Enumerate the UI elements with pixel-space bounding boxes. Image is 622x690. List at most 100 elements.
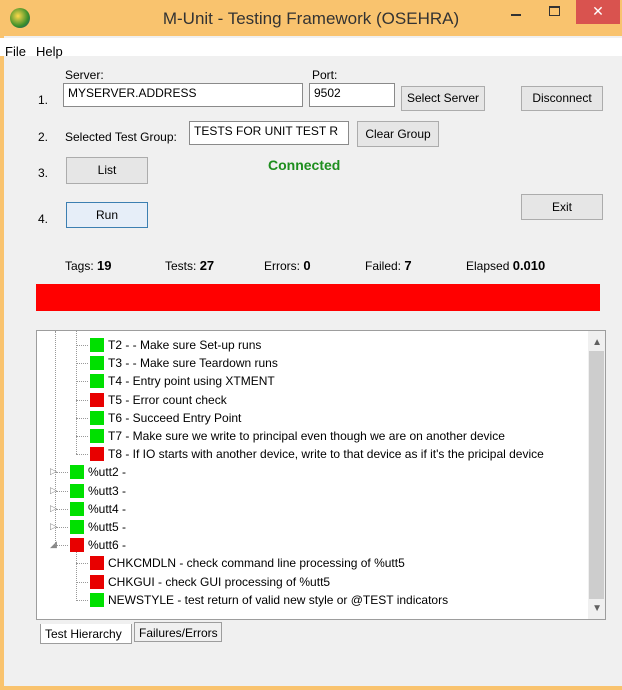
tree-group-item[interactable]: ▷ %utt3 - (37, 482, 582, 500)
run-button[interactable]: Run (66, 202, 148, 228)
title-bar[interactable]: M-Unit - Testing Framework (OSEHRA) ✕ (0, 0, 622, 36)
window-border-left (0, 36, 4, 690)
connection-status: Connected (268, 157, 341, 173)
errors-label: Errors: (264, 259, 300, 273)
port-input[interactable]: 9502 (309, 83, 395, 107)
tree-connector (56, 527, 68, 528)
fail-status-icon (90, 556, 104, 571)
tree-test-item[interactable]: CHKCMDLN - check command line processing… (37, 554, 582, 572)
tests-label: Tests: (165, 259, 197, 273)
errors-value: 0 (303, 258, 311, 273)
pass-status-icon (90, 374, 104, 389)
exit-button[interactable]: Exit (521, 194, 603, 220)
tree-group-item[interactable]: ▷ %utt4 - (37, 500, 582, 518)
tree-test-item[interactable]: T2 - - Make sure Set-up runs (37, 336, 582, 354)
scrollbar-thumb[interactable] (589, 351, 604, 599)
scroll-up-arrow-icon[interactable]: ▲ (592, 337, 602, 348)
result-progress-bar (36, 284, 600, 311)
menu-file[interactable]: File (5, 44, 26, 59)
tree-connector (56, 545, 68, 547)
select-server-button[interactable]: Select Server (401, 86, 485, 111)
tree-group-item[interactable]: ▷ %utt5 - (37, 518, 582, 536)
maximize-button[interactable] (538, 0, 570, 24)
tree-connector (76, 563, 88, 565)
minimize-button[interactable] (500, 0, 532, 24)
tree-connector (76, 345, 88, 346)
tree-item-label: %utt6 - (88, 538, 127, 553)
tree-connector (76, 454, 88, 456)
tree-item-label: T7 - Make sure we write to principal eve… (108, 429, 505, 443)
step-1-label: 1. (38, 93, 49, 107)
tab-failures-errors[interactable]: Failures/Errors (134, 622, 222, 642)
tree-item-label: %utt5 - (88, 520, 127, 534)
tree-test-item[interactable]: T3 - - Make sure Teardown runs (37, 354, 582, 372)
tests-stat: Tests: 27 (165, 258, 214, 273)
tree-item-label: T8 - If IO starts with another device, w… (108, 447, 544, 462)
tree-test-item[interactable]: T6 - Succeed Entry Point (37, 409, 582, 427)
tree-test-item[interactable]: T7 - Make sure we write to principal eve… (37, 427, 582, 445)
server-input[interactable]: MYSERVER.ADDRESS (63, 83, 303, 107)
errors-stat: Errors: 0 (264, 258, 311, 273)
selected-group-label: Selected Test Group: (65, 130, 177, 144)
pass-status-icon (70, 465, 84, 480)
tree-connector (76, 436, 88, 437)
tree-group-item[interactable]: ◢ %utt6 - (37, 536, 582, 554)
disconnect-button[interactable]: Disconnect (521, 86, 603, 111)
tree-connector (56, 472, 68, 474)
tree-vertical-scrollbar[interactable]: ▲ ▼ (588, 331, 605, 619)
list-button[interactable]: List (66, 157, 148, 184)
pass-status-icon (70, 483, 84, 498)
tree-connector (76, 381, 88, 383)
fail-status-icon (90, 447, 104, 462)
tags-value: 19 (97, 258, 112, 273)
failed-value: 7 (404, 258, 412, 273)
menu-help[interactable]: Help (36, 44, 63, 59)
tree-item-label: %utt2 - (88, 465, 127, 480)
tree-group-item[interactable]: ▷ %utt2 - (37, 463, 582, 481)
tree-test-item[interactable]: T5 - Error count check (37, 391, 582, 409)
server-label: Server: (65, 68, 104, 82)
pass-status-icon (90, 429, 104, 443)
selected-group-input[interactable]: TESTS FOR UNIT TEST R (189, 121, 349, 145)
tree-guide-line (55, 331, 56, 546)
port-label: Port: (312, 68, 338, 82)
tree-connector (76, 599, 88, 601)
elapsed-stat: Elapsed 0.010 (466, 258, 545, 273)
tree-test-item[interactable]: CHKGUI - check GUI processing of %utt5 (37, 573, 582, 591)
elapsed-label: Elapsed (466, 259, 510, 273)
tree-item-label: T2 - - Make sure Set-up runs (108, 338, 262, 352)
pass-status-icon (70, 501, 84, 516)
fail-status-icon (90, 574, 104, 589)
test-hierarchy-tree[interactable]: T2 - - Make sure Set-up runs T3 - - Make … (36, 330, 606, 620)
scroll-down-arrow-icon[interactable]: ▼ (592, 603, 602, 614)
tree-connector (76, 399, 88, 401)
tree-item-label: T4 - Entry point using XTMENT (108, 374, 275, 389)
tree-connector (56, 508, 68, 510)
clear-group-button[interactable]: Clear Group (357, 121, 439, 147)
tree-test-item[interactable]: T8 - If IO starts with another device, w… (37, 445, 582, 463)
tree-connector (76, 417, 88, 419)
tree-item-label: %utt3 - (88, 483, 127, 498)
failed-stat: Failed: 7 (365, 258, 412, 273)
tab-test-hierarchy[interactable]: Test Hierarchy (40, 624, 132, 644)
fail-status-icon (70, 538, 84, 553)
close-button[interactable]: ✕ (576, 0, 620, 24)
menu-bar: File Help (0, 38, 622, 59)
tree-test-item[interactable]: NEWSTYLE - test return of valid new styl… (37, 591, 582, 609)
tree-connector (76, 581, 88, 583)
tree-item-label: T5 - Error count check (108, 392, 227, 407)
step-4-label: 4. (38, 212, 49, 226)
step-3-label: 3. (38, 166, 49, 180)
tree-connector (76, 363, 88, 365)
pass-status-icon (90, 410, 104, 425)
tests-value: 27 (199, 258, 215, 273)
tree-item-label: NEWSTYLE - test return of valid new styl… (108, 592, 449, 607)
tree-item-label: CHKCMDLN - check command line processing… (108, 556, 405, 571)
tree-item-label: T6 - Succeed Entry Point (108, 410, 242, 425)
fail-status-icon (90, 392, 104, 407)
failed-label: Failed: (365, 259, 402, 273)
window-border-bottom (0, 686, 622, 690)
pass-status-icon (90, 356, 104, 371)
tree-item-label: T3 - - Make sure Teardown runs (108, 356, 278, 371)
tree-test-item[interactable]: T4 - Entry point using XTMENT (37, 372, 582, 390)
